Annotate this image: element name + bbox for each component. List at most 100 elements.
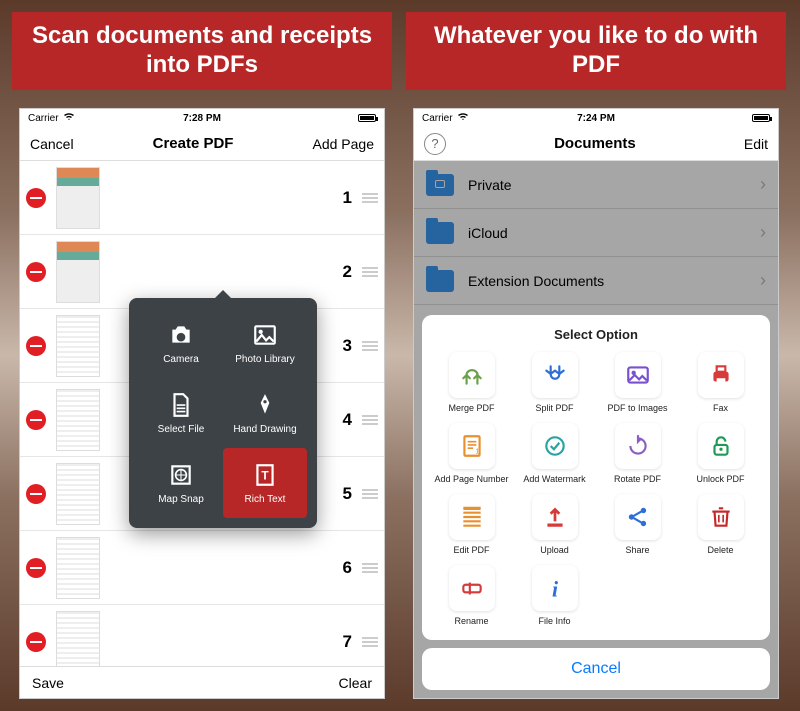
file-icon: [168, 392, 194, 418]
reorder-handle[interactable]: [362, 413, 378, 427]
option-split[interactable]: Split PDF: [515, 352, 594, 413]
option-upload[interactable]: Upload: [515, 494, 594, 555]
popover-photo-library[interactable]: Photo Library: [223, 308, 307, 378]
delete-page-button[interactable]: [26, 188, 46, 208]
page-thumbnail[interactable]: [56, 463, 100, 525]
page-thumbnail[interactable]: [56, 315, 100, 377]
popover-label: Photo Library: [235, 354, 294, 365]
battery-icon: [358, 114, 376, 122]
delete-page-button[interactable]: [26, 410, 46, 430]
right-banner: Whatever you like to do with PDF: [406, 12, 786, 90]
page-thumbnail[interactable]: [56, 611, 100, 667]
reorder-handle[interactable]: [362, 339, 378, 353]
share-icon: [615, 494, 661, 540]
nav-title: Create PDF: [153, 135, 234, 152]
nav-title: Documents: [554, 135, 636, 152]
nav-bar: Cancel Create PDF Add Page: [20, 127, 384, 161]
richtext-icon: T: [252, 462, 278, 488]
option-label: Delete: [707, 545, 733, 555]
fax-icon: [698, 352, 744, 398]
carrier-label: Carrier: [422, 113, 453, 124]
action-sheet: Select Option Merge PDFSplit PDFPDF to I…: [422, 315, 770, 690]
option-rename[interactable]: Rename: [432, 565, 511, 626]
reorder-handle[interactable]: [362, 265, 378, 279]
right-panel: Whatever you like to do with PDF Carrier…: [406, 12, 786, 699]
map-icon: [168, 462, 194, 488]
svg-text:1: 1: [475, 447, 479, 456]
option-rotate[interactable]: Rotate PDF: [598, 423, 677, 484]
rotate-icon: [615, 423, 661, 469]
pen-icon: [252, 392, 278, 418]
status-time: 7:28 PM: [183, 113, 221, 124]
option-fax[interactable]: Fax: [681, 352, 760, 413]
page-row[interactable]: 1: [20, 161, 384, 235]
delete-page-button[interactable]: [26, 336, 46, 356]
option-fileinfo[interactable]: iFile Info: [515, 565, 594, 626]
option-label: Merge PDF: [448, 403, 494, 413]
page-number: 5: [343, 484, 352, 504]
page-thumbnail[interactable]: [56, 167, 100, 229]
pagenum-icon: 1: [449, 423, 495, 469]
page-number: 2: [343, 262, 352, 282]
wifi-icon: [63, 112, 75, 124]
option-delete[interactable]: Delete: [681, 494, 760, 555]
option-watermark[interactable]: Add Watermark: [515, 423, 594, 484]
popover-camera[interactable]: Camera: [139, 308, 223, 378]
delete-page-button[interactable]: [26, 558, 46, 578]
delete-page-button[interactable]: [26, 484, 46, 504]
popover-label: Camera: [163, 354, 199, 365]
option-toimages[interactable]: PDF to Images: [598, 352, 677, 413]
option-editpdf[interactable]: Edit PDF: [432, 494, 511, 555]
page-thumbnail[interactable]: [56, 389, 100, 451]
image-icon: [252, 322, 278, 348]
popover-map-snap[interactable]: Map Snap: [139, 448, 223, 518]
reorder-handle[interactable]: [362, 487, 378, 501]
page-thumbnail[interactable]: [56, 241, 100, 303]
option-unlock[interactable]: Unlock PDF: [681, 423, 760, 484]
option-label: Add Watermark: [523, 474, 585, 484]
popover-label: Select File: [158, 424, 205, 435]
content-area: Private › iCloud › Extension Documents ›: [414, 161, 778, 698]
unlock-icon: [698, 423, 744, 469]
reorder-handle[interactable]: [362, 561, 378, 575]
page-number: 4: [343, 410, 352, 430]
option-label: Rotate PDF: [614, 474, 661, 484]
sheet-cancel-button[interactable]: Cancel: [422, 648, 770, 690]
option-label: Add Page Number: [434, 474, 508, 484]
popover-select-file[interactable]: Select File: [139, 378, 223, 448]
reorder-handle[interactable]: [362, 635, 378, 649]
reorder-handle[interactable]: [362, 191, 378, 205]
popover-rich-text[interactable]: T Rich Text: [223, 448, 307, 518]
delete-page-button[interactable]: [26, 262, 46, 282]
page-row[interactable]: 7: [20, 605, 384, 666]
popover-hand-drawing[interactable]: Hand Drawing: [223, 378, 307, 448]
option-grid: Merge PDF Split PDF PDF to Images Fax 1 Add P…: [428, 352, 764, 634]
option-merge[interactable]: Merge PDF: [432, 352, 511, 413]
help-button[interactable]: ?: [424, 133, 446, 155]
cancel-button[interactable]: Cancel: [30, 136, 74, 152]
status-time: 7:24 PM: [577, 113, 615, 124]
popover-label: Hand Drawing: [233, 424, 296, 435]
option-share[interactable]: Share: [598, 494, 677, 555]
battery-icon: [752, 114, 770, 122]
option-label: Fax: [713, 403, 728, 413]
nav-bar: ? Documents Edit: [414, 127, 778, 161]
right-phone: Carrier 7:24 PM ? Documents Edit Private…: [413, 108, 779, 699]
option-label: Split PDF: [535, 403, 573, 413]
rename-icon: [449, 565, 495, 611]
edit-button[interactable]: Edit: [744, 136, 768, 152]
carrier-label: Carrier: [28, 113, 59, 124]
option-pagenum[interactable]: 1 Add Page Number: [432, 423, 511, 484]
status-bar: Carrier 7:28 PM: [20, 109, 384, 127]
option-label: Edit PDF: [453, 545, 489, 555]
delete-icon: [698, 494, 744, 540]
page-number: 3: [343, 336, 352, 356]
page-thumbnail[interactable]: [56, 537, 100, 599]
save-button[interactable]: Save: [32, 675, 64, 691]
clear-button[interactable]: Clear: [339, 675, 372, 691]
camera-icon: [168, 322, 194, 348]
bottom-bar: Save Clear: [20, 666, 384, 698]
delete-page-button[interactable]: [26, 632, 46, 652]
page-row[interactable]: 6: [20, 531, 384, 605]
add-page-button[interactable]: Add Page: [312, 136, 374, 152]
